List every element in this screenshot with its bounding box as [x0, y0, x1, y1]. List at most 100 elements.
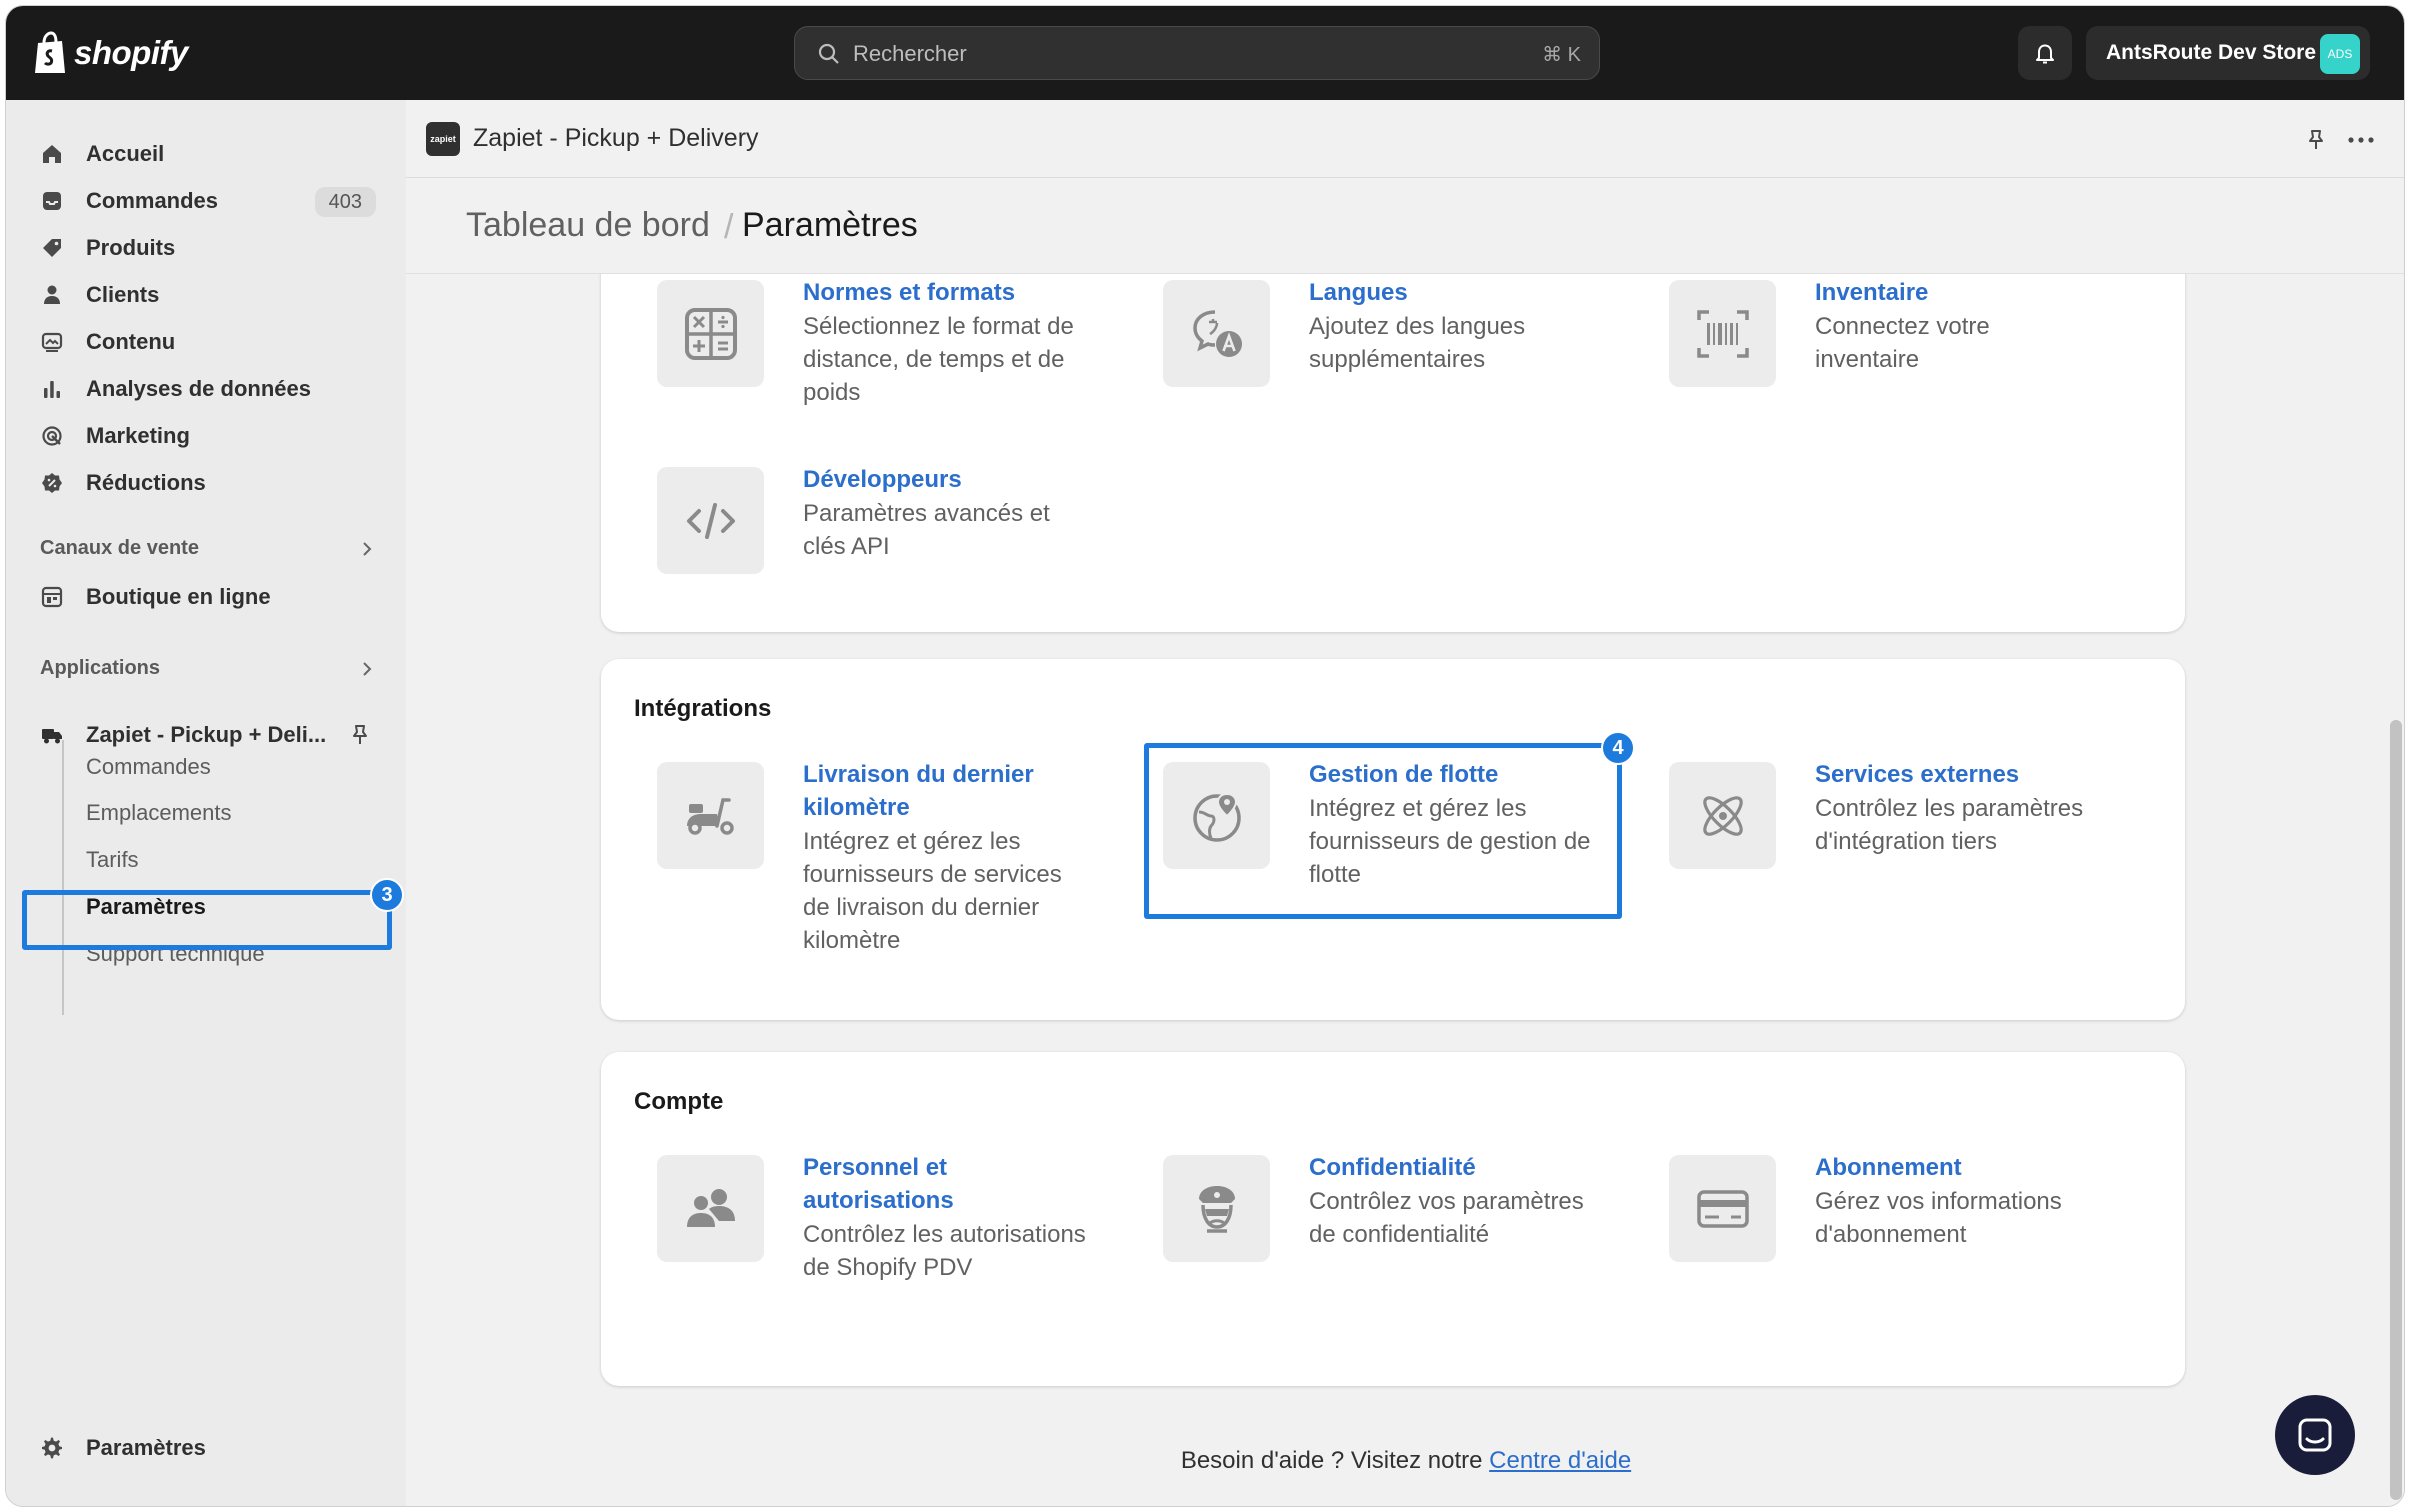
- sidebar-item-discounts[interactable]: Réductions: [24, 462, 384, 504]
- settings-card-integrations: Intégrations Livraison du dernier kilomè…: [601, 659, 2185, 1020]
- inventory-desc: Connectez votre inventaire: [1815, 313, 1990, 373]
- sidebar-item-label: Paramètres: [86, 1435, 206, 1460]
- top-bar: shopify Rechercher ⌘ K AntsRoute Dev Sto…: [6, 6, 2404, 100]
- scrollbar-thumb[interactable]: [2390, 720, 2402, 1500]
- sidebar-item-label: Contenu: [86, 329, 176, 354]
- last-mile-title[interactable]: Livraison du dernier kilomètre: [803, 758, 1073, 824]
- tile-staff[interactable]: [657, 1155, 764, 1262]
- search-shortcut: ⌘ K: [1542, 44, 1581, 66]
- step-3-highlight: [22, 890, 392, 950]
- tile-subscription[interactable]: [1669, 1155, 1776, 1262]
- sidebar-item-label: Clients: [86, 282, 160, 307]
- page-header: Tableau de bord / Paramètres: [406, 178, 2404, 274]
- person-icon: [44, 285, 60, 304]
- subscription-title[interactable]: Abonnement: [1815, 1151, 1962, 1184]
- sidebar-item-products[interactable]: Produits: [24, 227, 384, 269]
- search-icon: [818, 43, 839, 64]
- sidebar-item-label: Zapiet - Pickup + Deli...: [86, 722, 327, 747]
- sidebar-item-label: Analyses de données: [86, 376, 311, 401]
- sidebar: Accueil Commandes 403 Produits Clients C…: [6, 100, 406, 1506]
- sidebar-subitem-locations[interactable]: Emplacements: [86, 800, 232, 826]
- pin-icon[interactable]: [348, 723, 372, 747]
- people-icon: [686, 1188, 735, 1227]
- sidebar-item-online-store[interactable]: Boutique en ligne: [24, 576, 384, 618]
- search-placeholder: Rechercher: [853, 41, 967, 66]
- store-avatar: ADS: [2320, 34, 2360, 74]
- sidebar-item-label: Marketing: [86, 423, 190, 448]
- sidebar-subitem-orders[interactable]: Commandes: [86, 754, 211, 780]
- tile-developers[interactable]: [657, 467, 764, 574]
- tile-inventory[interactable]: [1669, 280, 1776, 387]
- chevron-right-icon[interactable]: [358, 660, 376, 678]
- tree-line: [62, 740, 64, 1015]
- notifications-button[interactable]: [2018, 26, 2072, 80]
- sidebar-item-label: Boutique en ligne: [86, 584, 271, 609]
- target-icon: [42, 426, 62, 446]
- store-menu-button[interactable]: AntsRoute Dev Store ADS: [2086, 26, 2370, 80]
- help-footer: Besoin d'aide ? Visitez notre Centre d'a…: [406, 1447, 2404, 1475]
- help-center-link[interactable]: Centre d'aide: [1489, 1447, 1631, 1474]
- sidebar-item-label: Réductions: [86, 470, 206, 495]
- pin-icon[interactable]: [2304, 128, 2328, 152]
- scooter-icon: [686, 797, 734, 835]
- sidebar-settings-link[interactable]: Paramètres: [40, 1435, 206, 1461]
- sidebar-item-analytics[interactable]: Analyses de données: [24, 368, 384, 410]
- main-content: zapiet Zapiet - Pickup + Delivery Tablea…: [406, 100, 2404, 1506]
- external-title[interactable]: Services externes: [1815, 758, 2019, 791]
- help-text: Besoin d'aide ? Visitez notre: [1180, 1447, 1490, 1474]
- app-window: shopify Rechercher ⌘ K AntsRoute Dev Sto…: [5, 5, 2405, 1507]
- sidebar-item-label: Accueil: [86, 141, 165, 166]
- bell-icon: [2036, 44, 2054, 64]
- sidebar-item-customers[interactable]: Clients: [24, 274, 384, 316]
- content-icon: [41, 332, 63, 352]
- sidebar-item-label: Produits: [86, 235, 176, 260]
- chat-launcher-button[interactable]: [2275, 1395, 2355, 1475]
- developers-desc: Paramètres avancés et clés API: [803, 500, 1050, 560]
- last-mile-desc: Intégrez et gérez les fournisseurs de se…: [803, 828, 1062, 954]
- code-icon: [686, 502, 735, 539]
- staff-title[interactable]: Personnel et autorisations: [803, 1151, 1053, 1217]
- sidebar-item-content[interactable]: Contenu: [24, 321, 384, 363]
- sidebar-item-orders[interactable]: Commandes 403: [24, 180, 384, 222]
- tile-languages[interactable]: [1163, 280, 1270, 387]
- truck-icon: [42, 729, 62, 744]
- privacy-title[interactable]: Confidentialité: [1309, 1151, 1476, 1184]
- store-name: AntsRoute Dev Store: [2106, 41, 2317, 64]
- languages-desc: Ajoutez des langues supplémentaires: [1309, 313, 1526, 373]
- breadcrumb-dashboard[interactable]: Tableau de bord: [466, 206, 710, 245]
- standards-desc: Sélectionnez le format de distance, de t…: [803, 313, 1074, 406]
- sales-channels-heading[interactable]: Canaux de vente: [40, 537, 199, 560]
- standards-title[interactable]: Normes et formats: [803, 276, 1015, 309]
- orders-icon: [43, 192, 61, 210]
- tile-privacy[interactable]: [1163, 1155, 1270, 1262]
- account-heading: Compte: [634, 1088, 724, 1115]
- applications-heading[interactable]: Applications: [40, 657, 160, 680]
- sidebar-item-zapiet-app[interactable]: Zapiet - Pickup + Deli...: [24, 714, 384, 756]
- orders-count-badge: 403: [314, 187, 376, 217]
- breadcrumb-separator: /: [724, 208, 734, 246]
- chevron-right-icon[interactable]: [358, 540, 376, 558]
- tile-standards[interactable]: [657, 280, 764, 387]
- more-options-icon[interactable]: [2346, 128, 2376, 152]
- settings-card-account: Compte Personnel et autorisations Contrô…: [601, 1052, 2185, 1386]
- shopify-logo[interactable]: shopify: [32, 30, 188, 76]
- search-input[interactable]: Rechercher ⌘ K: [794, 26, 1600, 80]
- subscription-desc: Gérez vos informations d'abonnement: [1815, 1188, 2062, 1248]
- tag-icon: [43, 239, 61, 257]
- tile-external[interactable]: [1669, 762, 1776, 869]
- gear-icon: [42, 1437, 62, 1459]
- sidebar-subitem-rates[interactable]: Tarifs: [86, 847, 139, 873]
- tile-last-mile[interactable]: [657, 762, 764, 869]
- sidebar-item-marketing[interactable]: Marketing: [24, 415, 384, 457]
- page-title: Paramètres: [742, 206, 918, 244]
- inventory-title[interactable]: Inventaire: [1815, 276, 1928, 309]
- developers-title[interactable]: Développeurs: [803, 463, 962, 496]
- languages-title[interactable]: Langues: [1309, 276, 1408, 309]
- privacy-desc: Contrôlez vos paramètres de confidential…: [1309, 1188, 1584, 1248]
- shopify-wordmark: shopify: [74, 34, 188, 71]
- privacy-officer-icon: [1198, 1185, 1235, 1233]
- settings-card-general: Normes et formats Sélectionnez le format…: [601, 230, 2185, 632]
- step-4-badge: 4: [1601, 731, 1635, 765]
- chat-icon: [2298, 1418, 2332, 1452]
- sidebar-item-home[interactable]: Accueil: [24, 133, 384, 175]
